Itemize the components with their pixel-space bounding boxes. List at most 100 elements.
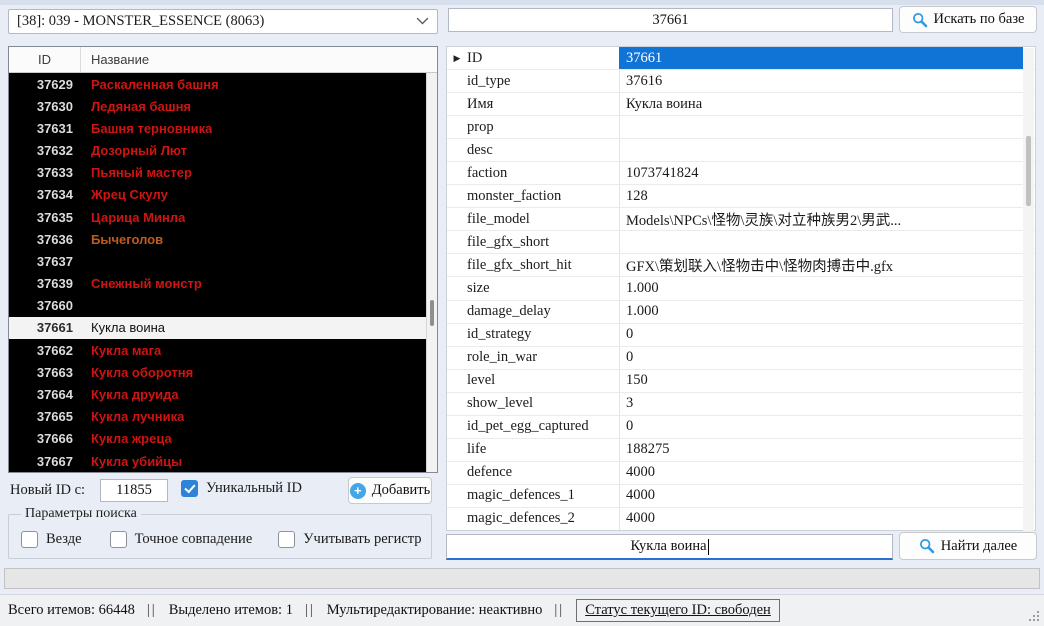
property-row[interactable]: ▶ file_gfx_short_hit GFX\策划联入\怪物击中\怪物肉搏击… bbox=[447, 254, 1035, 277]
table-row[interactable]: 37635 Царица Минла bbox=[9, 206, 437, 228]
property-row[interactable]: ▶ show_level 3 bbox=[447, 393, 1035, 416]
property-value[interactable]: 0 bbox=[619, 416, 1023, 438]
item-table-scrollbar[interactable] bbox=[426, 73, 437, 472]
property-value[interactable]: 1073741824 bbox=[619, 162, 1023, 184]
property-value[interactable]: 37661 bbox=[619, 47, 1023, 69]
column-header-id[interactable]: ID bbox=[9, 47, 81, 72]
property-row[interactable]: ▶ monster_faction 128 bbox=[447, 185, 1035, 208]
table-row[interactable]: 37636 Бычеголов bbox=[9, 228, 437, 250]
property-value[interactable]: 150 bbox=[619, 370, 1023, 392]
property-row[interactable]: ▶ id_type 37616 bbox=[447, 70, 1035, 93]
table-row[interactable]: 37637 bbox=[9, 250, 437, 272]
add-button-label: Добавить bbox=[372, 482, 431, 499]
search-icon bbox=[919, 538, 935, 554]
property-value[interactable]: 37616 bbox=[619, 70, 1023, 92]
property-key: file_gfx_short bbox=[467, 231, 619, 253]
property-value[interactable]: Models\NPCs\怪物\灵族\对立种族男2\男武... bbox=[619, 208, 1023, 230]
table-row[interactable]: 37630 Ледяная башня bbox=[9, 95, 437, 117]
property-row[interactable]: ▶ magic_defences_1 4000 bbox=[447, 485, 1035, 508]
resize-grip[interactable] bbox=[1027, 609, 1040, 622]
property-row[interactable]: ▶ Имя Кукла воина bbox=[447, 93, 1035, 116]
property-value[interactable] bbox=[619, 231, 1023, 253]
status-separator: || bbox=[305, 602, 315, 619]
property-row[interactable]: ▶ size 1.000 bbox=[447, 277, 1035, 300]
search-db-button[interactable]: Искать по базе bbox=[899, 6, 1037, 33]
property-row[interactable]: ▶ prop bbox=[447, 116, 1035, 139]
table-row[interactable]: 37666 Кукла жреца bbox=[9, 428, 437, 450]
table-row[interactable]: 37661 Кукла воина bbox=[9, 317, 437, 339]
status-bar: Всего итемов: 66448 || Выделено итемов: … bbox=[0, 594, 1044, 626]
property-row[interactable]: ▶ ID 37661 bbox=[447, 47, 1035, 70]
property-row[interactable]: ▶ id_pet_egg_captured 0 bbox=[447, 416, 1035, 439]
table-row[interactable]: 37629 Раскаленная башня bbox=[9, 73, 437, 95]
find-next-button[interactable]: Найти далее bbox=[899, 532, 1037, 560]
table-cell-id: 37629 bbox=[9, 77, 73, 92]
table-cell-id: 37632 bbox=[9, 143, 73, 158]
option-checkbox[interactable] bbox=[278, 531, 295, 548]
status-text[interactable]: Статус текущего ID: свободен bbox=[576, 599, 780, 622]
new-id-input[interactable] bbox=[100, 479, 168, 502]
property-value[interactable]: 4000 bbox=[619, 485, 1023, 507]
table-row[interactable]: 37633 Пьяный мастер bbox=[9, 162, 437, 184]
column-header-name[interactable]: Название bbox=[81, 52, 149, 67]
table-row[interactable]: 37667 Кукла убийцы bbox=[9, 450, 437, 472]
property-grid: ▶ ID 37661 ▶ id_type 37616 ▶ Имя Кукла в… bbox=[446, 46, 1036, 531]
property-key: ID bbox=[467, 47, 619, 69]
option-checkbox[interactable] bbox=[110, 531, 127, 548]
add-button[interactable]: + Добавить bbox=[348, 477, 432, 504]
table-row[interactable]: 37634 Жрец Скулу bbox=[9, 184, 437, 206]
name-search-input[interactable]: Кукла воина bbox=[446, 534, 893, 560]
scrollbar-thumb[interactable] bbox=[430, 300, 434, 326]
property-value[interactable] bbox=[619, 116, 1023, 138]
table-row[interactable]: 37639 Снежный монстр bbox=[9, 273, 437, 295]
property-value[interactable]: 3 bbox=[619, 393, 1023, 415]
property-key: life bbox=[467, 439, 619, 461]
property-value[interactable]: 188275 bbox=[619, 439, 1023, 461]
property-row[interactable]: ▶ file_model Models\NPCs\怪物\灵族\对立种族男2\男武… bbox=[447, 208, 1035, 231]
table-cell-id: 37662 bbox=[9, 343, 73, 358]
table-cell-id: 37633 bbox=[9, 165, 73, 180]
table-row[interactable]: 37664 Кукла друида bbox=[9, 383, 437, 405]
property-row[interactable]: ▶ file_gfx_short bbox=[447, 231, 1035, 254]
table-cell-id: 37635 bbox=[9, 210, 73, 225]
property-row[interactable]: ▶ level 150 bbox=[447, 370, 1035, 393]
table-row[interactable]: 37632 Дозорный Лют bbox=[9, 140, 437, 162]
property-row[interactable]: ▶ id_strategy 0 bbox=[447, 324, 1035, 347]
property-value[interactable]: 4000 bbox=[619, 462, 1023, 484]
table-row[interactable]: 37660 bbox=[9, 295, 437, 317]
property-value[interactable]: 0 bbox=[619, 324, 1023, 346]
property-value[interactable]: GFX\策划联入\怪物击中\怪物肉搏击中.gfx bbox=[619, 254, 1023, 276]
table-row[interactable]: 37631 Башня терновника bbox=[9, 117, 437, 139]
row-indicator: ▶ bbox=[447, 485, 467, 507]
property-row[interactable]: ▶ magic_defences_2 4000 bbox=[447, 508, 1035, 530]
table-row[interactable]: 37663 Кукла оборотня bbox=[9, 361, 437, 383]
table-cell-name: Башня терновника bbox=[73, 121, 212, 136]
table-row[interactable]: 37665 Кукла лучника bbox=[9, 406, 437, 428]
property-value[interactable]: 1.000 bbox=[619, 301, 1023, 323]
table-row[interactable]: 37662 Кукла мага bbox=[9, 339, 437, 361]
property-key: defence bbox=[467, 462, 619, 484]
id-search-input[interactable] bbox=[448, 8, 893, 32]
property-row[interactable]: ▶ role_in_war 0 bbox=[447, 347, 1035, 370]
property-row[interactable]: ▶ damage_delay 1.000 bbox=[447, 301, 1035, 324]
property-row[interactable]: ▶ life 188275 bbox=[447, 439, 1035, 462]
unique-id-checkbox[interactable] bbox=[181, 480, 198, 497]
property-row[interactable]: ▶ desc bbox=[447, 139, 1035, 162]
property-key: level bbox=[467, 370, 619, 392]
property-value[interactable]: 1.000 bbox=[619, 277, 1023, 299]
property-row[interactable]: ▶ faction 1073741824 bbox=[447, 162, 1035, 185]
search-param-option: Точное совпадение bbox=[110, 531, 253, 548]
option-checkbox[interactable] bbox=[21, 531, 38, 548]
property-value[interactable]: Кукла воина bbox=[619, 93, 1023, 115]
property-value[interactable]: 0 bbox=[619, 347, 1023, 369]
scrollbar-thumb[interactable] bbox=[1026, 136, 1031, 206]
table-selector-dropdown[interactable]: [38]: 039 - MONSTER_ESSENCE (8063) bbox=[8, 9, 438, 34]
option-label: Учитывать регистр bbox=[303, 531, 421, 548]
property-row[interactable]: ▶ defence 4000 bbox=[447, 462, 1035, 485]
property-value[interactable] bbox=[619, 139, 1023, 161]
table-cell-name: Снежный монстр bbox=[73, 276, 202, 291]
table-cell-id: 37663 bbox=[9, 365, 73, 380]
property-value[interactable]: 128 bbox=[619, 185, 1023, 207]
property-grid-scrollbar[interactable] bbox=[1023, 48, 1034, 531]
property-value[interactable]: 4000 bbox=[619, 508, 1023, 530]
